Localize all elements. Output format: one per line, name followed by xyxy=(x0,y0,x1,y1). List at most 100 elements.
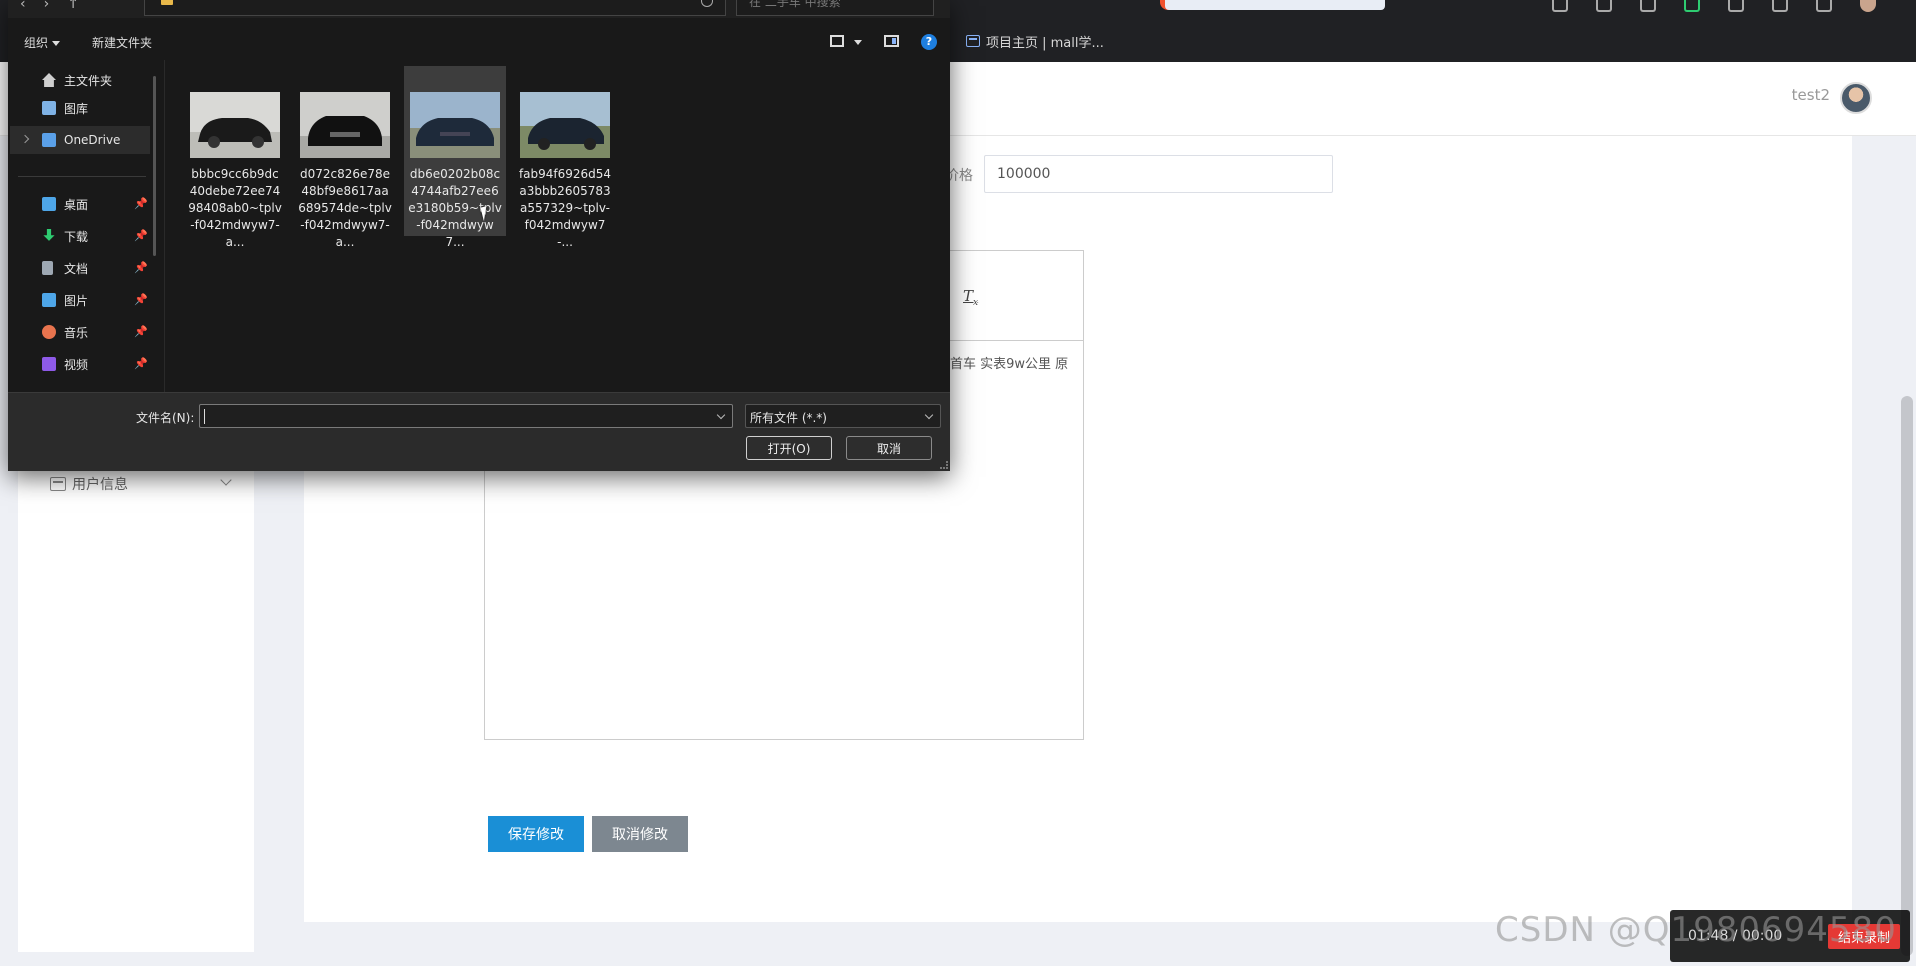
car-thumbnail-image xyxy=(300,92,390,158)
navigation-pane: 主文件夹 图库 OneDrive 桌面 📌 下载 📌 文档 📌 图片 📌 音乐 … xyxy=(8,64,164,394)
file-item[interactable]: d072c826e78e48bf9e8617aa689574de~tplv-f0… xyxy=(294,66,396,249)
scrollbar-thumb[interactable] xyxy=(1901,396,1913,956)
vue-devtools-icon[interactable] xyxy=(1684,0,1700,12)
extension-bar[interactable] xyxy=(1165,0,1385,10)
chevron-down-icon xyxy=(924,410,934,420)
bookmark-label: 项目主页 | mall学... xyxy=(986,35,1104,51)
folder-icon xyxy=(161,0,173,5)
caret-down-icon xyxy=(52,41,61,46)
avatar[interactable] xyxy=(1840,82,1872,114)
clear-format-glyph: T xyxy=(963,287,974,305)
filename-input[interactable] xyxy=(199,404,733,428)
nav-item-music[interactable]: 音乐 📌 xyxy=(10,318,150,346)
nav-item-label: 图库 xyxy=(64,101,89,116)
caret-down-icon[interactable] xyxy=(854,40,862,45)
clear-format-sub: x xyxy=(973,298,979,308)
price-input[interactable] xyxy=(984,155,1333,193)
resize-grip-icon[interactable] xyxy=(940,461,948,469)
filename-label: 文件名(N): xyxy=(136,411,195,425)
document-icon xyxy=(42,261,53,275)
help-icon[interactable]: ? xyxy=(921,34,937,50)
bookmark-item[interactable]: 项目主页 | mall学... xyxy=(966,30,1104,52)
view-mode-icon[interactable] xyxy=(830,35,844,47)
nav-item-label: 桌面 xyxy=(64,197,89,212)
nav-item-pictures[interactable]: 图片 📌 xyxy=(10,286,150,314)
video-icon xyxy=(42,357,56,371)
onedrive-icon xyxy=(42,133,56,147)
nav-item-label: 音乐 xyxy=(64,325,89,340)
nav-item-documents[interactable]: 文档 📌 xyxy=(10,254,150,282)
organize-label: 组织 xyxy=(24,36,49,50)
browser-toolbar-icons xyxy=(1552,0,1876,14)
file-open-dialog: ‹›↑ 在 二手车 中搜索 组织 新建文件夹 ? 主文件夹 图库 OneDriv… xyxy=(8,0,950,471)
new-folder-button[interactable]: 新建文件夹 xyxy=(92,34,152,51)
refresh-icon[interactable] xyxy=(701,0,713,7)
files-pane: bbbc9cc6b9dc40debe72ee7498408ab0~tplv-f0… xyxy=(168,60,948,392)
nav-item-label: 视频 xyxy=(64,357,89,372)
file-type-select[interactable]: 所有文件 (*.*) xyxy=(745,404,941,428)
file-item[interactable]: bbbc9cc6b9dc40debe72ee7498408ab0~tplv-f0… xyxy=(184,66,286,249)
expand-arrow-icon[interactable] xyxy=(20,134,30,144)
profile-avatar-icon[interactable] xyxy=(1860,0,1876,12)
pin-icon[interactable]: 📌 xyxy=(134,293,148,306)
pin-icon[interactable]: 📌 xyxy=(134,261,148,274)
dialog-command-bar: 组织 新建文件夹 ? xyxy=(8,26,950,60)
nav-item-label: OneDrive xyxy=(64,133,121,147)
nav-item-onedrive[interactable]: OneDrive xyxy=(10,126,150,154)
pin-icon[interactable]: 📌 xyxy=(134,325,148,338)
watermark: CSDN @Q1980694580 xyxy=(1495,910,1897,950)
file-type-value: 所有文件 (*.*) xyxy=(750,411,827,425)
address-box[interactable] xyxy=(144,0,726,16)
nav-arrows[interactable]: ‹›↑ xyxy=(20,0,97,12)
nav-item-videos[interactable]: 视频 📌 xyxy=(10,350,150,378)
chevron-down-icon[interactable] xyxy=(220,474,232,486)
download-icon[interactable] xyxy=(1772,0,1788,12)
cancel-button[interactable]: 取消 xyxy=(846,436,932,460)
nav-scrollbar[interactable] xyxy=(153,76,156,256)
sidebar: 用户信息 xyxy=(18,440,254,952)
nav-item-label: 图片 xyxy=(64,293,89,308)
search-placeholder: 在 二手车 中搜索 xyxy=(749,0,841,9)
pin-icon[interactable]: 📌 xyxy=(134,357,148,370)
nav-item-label: 文档 xyxy=(64,261,89,276)
sidebar-item-user-info[interactable]: 用户信息 xyxy=(50,474,128,494)
nav-item-label: 下载 xyxy=(64,229,89,244)
pin-icon[interactable]: 📌 xyxy=(134,197,148,210)
id-card-icon xyxy=(50,477,66,491)
nav-item-downloads[interactable]: 下载 📌 xyxy=(10,222,150,250)
file-name: fab94f6926d54a3bbb2605783a557329~tplv-f0… xyxy=(518,167,612,249)
nav-item-gallery[interactable]: 图库 xyxy=(10,94,150,122)
picture-icon xyxy=(42,293,56,307)
pane-divider[interactable] xyxy=(164,60,165,392)
extension-icon[interactable] xyxy=(1552,0,1568,12)
dialog-footer: 文件名(N): 所有文件 (*.*) 打开(O) 取消 xyxy=(8,392,950,471)
open-button[interactable]: 打开(O) xyxy=(746,436,832,460)
preview-pane-icon[interactable] xyxy=(884,35,899,47)
star-icon[interactable] xyxy=(1596,0,1612,12)
nav-item-label: 主文件夹 xyxy=(64,73,113,88)
save-button[interactable]: 保存修改 xyxy=(488,816,584,852)
puzzle-icon[interactable] xyxy=(1728,0,1744,12)
gallery-icon xyxy=(42,101,56,115)
organize-menu[interactable]: 组织 xyxy=(24,34,61,51)
pin-icon[interactable]: 📌 xyxy=(134,229,148,242)
car-thumbnail-image xyxy=(520,92,610,158)
page-scrollbar[interactable] xyxy=(1898,136,1916,966)
editor-text: 首车 实表9w公里 原 xyxy=(950,357,1069,372)
cancel-edit-button[interactable]: 取消修改 xyxy=(592,816,688,852)
sidebar-icon[interactable] xyxy=(1816,0,1832,12)
file-name: bbbc9cc6b9dc40debe72ee7498408ab0~tplv-f0… xyxy=(188,167,282,249)
clear-format-icon[interactable]: Tx xyxy=(963,287,978,308)
chevron-down-icon[interactable] xyxy=(716,410,726,420)
username[interactable]: test2 xyxy=(1792,86,1830,104)
car-thumbnail-image xyxy=(190,92,280,158)
home-icon xyxy=(42,73,56,87)
nav-item-home[interactable]: 主文件夹 xyxy=(10,66,150,94)
dialog-address-bar: ‹›↑ 在 二手车 中搜索 xyxy=(8,0,950,18)
extension-icon[interactable] xyxy=(1640,0,1656,12)
sidebar-item-label: 用户信息 xyxy=(72,477,128,493)
file-item[interactable]: fab94f6926d54a3bbb2605783a557329~tplv-f0… xyxy=(514,66,616,249)
file-name: d072c826e78e48bf9e8617aa689574de~tplv-f0… xyxy=(298,167,392,249)
search-input[interactable]: 在 二手车 中搜索 xyxy=(736,0,934,16)
nav-item-desktop[interactable]: 桌面 📌 xyxy=(10,190,150,218)
